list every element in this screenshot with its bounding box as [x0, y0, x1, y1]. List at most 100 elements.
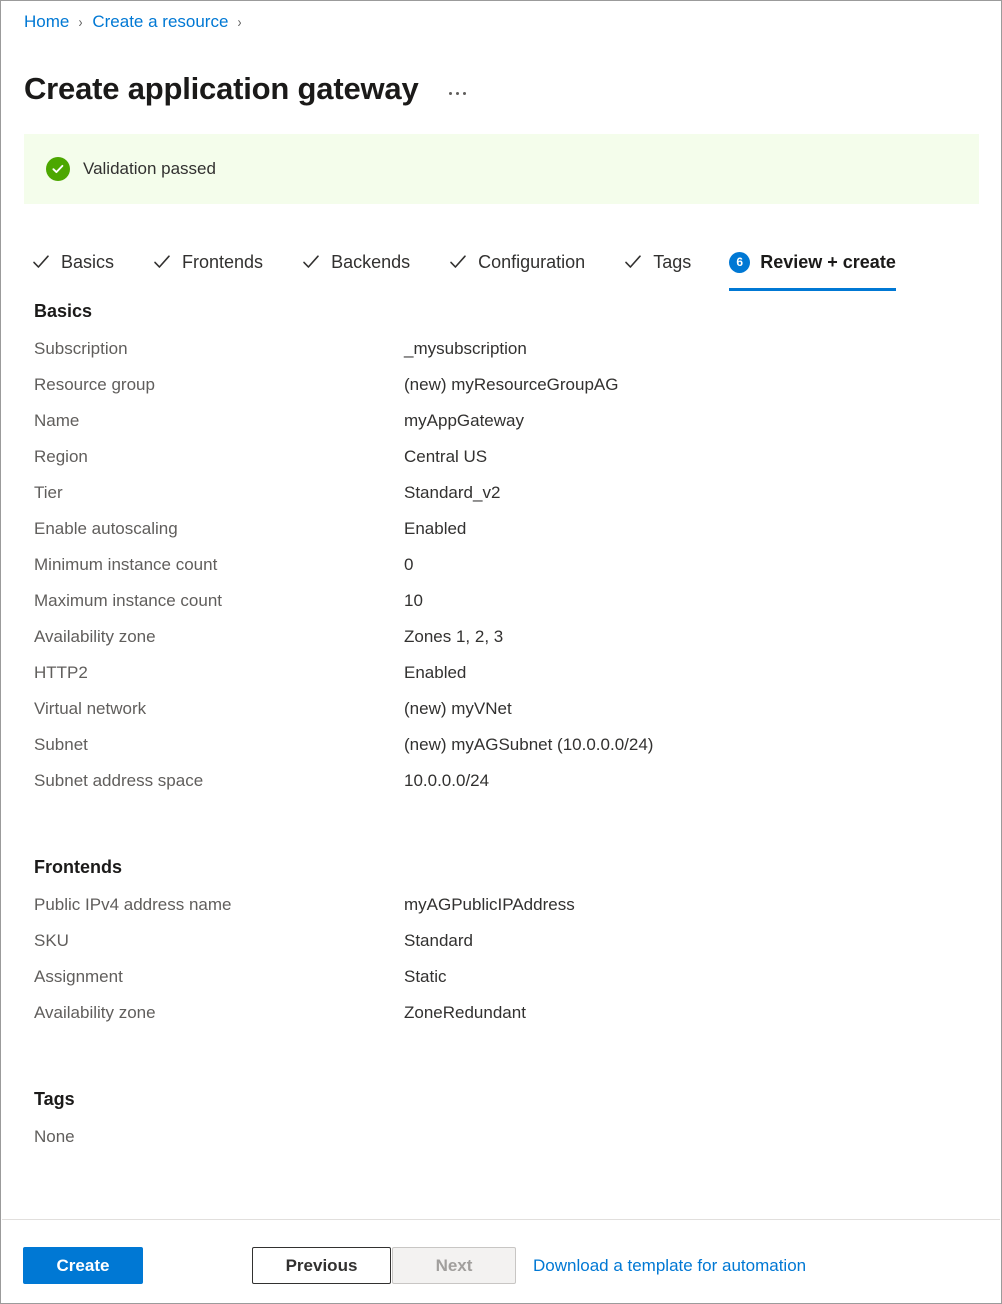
breadcrumb-separator-icon: ›	[238, 14, 242, 31]
tab-label: Frontends	[182, 252, 263, 273]
summary-row: Resource group(new) myResourceGroupAG	[1, 375, 1001, 411]
summary-row-label: SKU	[34, 931, 404, 951]
section-frontends: Frontends Public IPv4 address namemyAGPub…	[1, 857, 1001, 1039]
check-circle-icon	[46, 157, 70, 181]
summary-row: Subnet address space10.0.0.0/24	[1, 771, 1001, 807]
summary-row-label: Availability zone	[34, 627, 404, 647]
title-row: Create application gateway	[24, 48, 468, 130]
summary-row-value: Central US	[404, 447, 487, 467]
review-content: BasicsSubscription_mysubscriptionResourc…	[1, 301, 1001, 1147]
tab-check-icon	[152, 252, 172, 272]
summary-row-value: Zones 1, 2, 3	[404, 627, 503, 647]
ellipsis-dot	[463, 92, 466, 95]
summary-row: TierStandard_v2	[1, 483, 1001, 519]
summary-row: HTTP2Enabled	[1, 663, 1001, 699]
summary-row-value: myAppGateway	[404, 411, 524, 431]
summary-row: Virtual network(new) myVNet	[1, 699, 1001, 735]
summary-row-label: Assignment	[34, 967, 404, 987]
section-tags: Tags None	[1, 1089, 1001, 1147]
create-application-gateway-page: Home › Create a resource › Create applic…	[0, 0, 1002, 1304]
summary-row-label: Subnet	[34, 735, 404, 755]
tab-label: Review + create	[760, 252, 896, 273]
tab-active-underline	[729, 288, 896, 291]
more-actions-icon[interactable]	[447, 88, 468, 99]
tab-backends[interactable]: Backends	[301, 243, 410, 291]
ellipsis-dot	[449, 92, 452, 95]
tab-check-icon	[448, 252, 468, 272]
tab-review-create[interactable]: 6 Review + create	[729, 243, 896, 291]
section-empty-text: None	[1, 1127, 1001, 1147]
summary-row-value: ZoneRedundant	[404, 1003, 526, 1023]
tab-check-icon	[301, 252, 321, 272]
summary-row-value: 10.0.0.0/24	[404, 771, 489, 791]
validation-message: Validation passed	[83, 159, 216, 179]
summary-row-label: Minimum instance count	[34, 555, 404, 575]
summary-row-value: Enabled	[404, 519, 466, 539]
tab-badge-wrap: 6	[729, 252, 750, 273]
tab-configuration[interactable]: Configuration	[448, 243, 585, 291]
wizard-tabs: Basics Frontends Backends Configuration Tags…	[31, 241, 896, 291]
summary-row: AssignmentStatic	[1, 967, 1001, 1003]
summary-row-label: Region	[34, 447, 404, 467]
summary-row-label: Public IPv4 address name	[34, 895, 404, 915]
tab-check-icon	[623, 252, 643, 272]
summary-row: Availability zoneZoneRedundant	[1, 1003, 1001, 1039]
summary-row-label: Resource group	[34, 375, 404, 395]
summary-row: Public IPv4 address namemyAGPublicIPAddr…	[1, 895, 1001, 931]
tab-step-badge: 6	[729, 252, 750, 273]
tab-tags[interactable]: Tags	[623, 243, 691, 291]
tab-label: Configuration	[478, 252, 585, 273]
next-button: Next	[392, 1247, 516, 1284]
section-spacer	[1, 1039, 1001, 1089]
download-template-link[interactable]: Download a template for automation	[533, 1256, 806, 1276]
summary-row-value: _mysubscription	[404, 339, 527, 359]
summary-row: Maximum instance count10	[1, 591, 1001, 627]
summary-row: Minimum instance count0	[1, 555, 1001, 591]
footer-bar: Create Previous Next Download a template…	[2, 1219, 1000, 1303]
summary-row-value: 0	[404, 555, 413, 575]
breadcrumb-item-home[interactable]: Home	[24, 12, 69, 32]
summary-row: Availability zoneZones 1, 2, 3	[1, 627, 1001, 663]
summary-row-label: Maximum instance count	[34, 591, 404, 611]
summary-row-label: HTTP2	[34, 663, 404, 683]
previous-button[interactable]: Previous	[252, 1247, 391, 1284]
section-heading: Basics	[1, 301, 1001, 322]
summary-row-value: 10	[404, 591, 423, 611]
summary-row: NamemyAppGateway	[1, 411, 1001, 447]
summary-row-value: Standard_v2	[404, 483, 500, 503]
tab-label: Tags	[653, 252, 691, 273]
summary-row-value: (new) myAGSubnet (10.0.0.0/24)	[404, 735, 653, 755]
summary-row-value: Enabled	[404, 663, 466, 683]
breadcrumb-separator-icon: ›	[79, 14, 83, 31]
create-button[interactable]: Create	[23, 1247, 143, 1284]
section-heading: Tags	[1, 1089, 1001, 1110]
summary-row-value: (new) myResourceGroupAG	[404, 375, 618, 395]
summary-row-value: myAGPublicIPAddress	[404, 895, 575, 915]
summary-row: Enable autoscalingEnabled	[1, 519, 1001, 555]
summary-row-label: Virtual network	[34, 699, 404, 719]
summary-row: Subscription_mysubscription	[1, 339, 1001, 375]
page-body: Home › Create a resource › Create applic…	[1, 1, 1001, 1303]
summary-row-value: (new) myVNet	[404, 699, 512, 719]
footer-actions: Create Previous Next Download a template…	[23, 1247, 1000, 1284]
summary-row-value: Static	[404, 967, 447, 987]
tab-label: Basics	[61, 252, 114, 273]
summary-row-label: Tier	[34, 483, 404, 503]
summary-row-label: Subnet address space	[34, 771, 404, 791]
section-spacer	[1, 807, 1001, 857]
summary-row-value: Standard	[404, 931, 473, 951]
breadcrumb-item-create-a-resource[interactable]: Create a resource	[92, 12, 228, 32]
summary-row-label: Availability zone	[34, 1003, 404, 1023]
summary-row-label: Enable autoscaling	[34, 519, 404, 539]
summary-row-label: Subscription	[34, 339, 404, 359]
validation-banner: Validation passed	[24, 134, 979, 204]
tab-basics[interactable]: Basics	[31, 243, 114, 291]
section-heading: Frontends	[1, 857, 1001, 878]
summary-row-label: Name	[34, 411, 404, 431]
ellipsis-dot	[456, 92, 459, 95]
summary-row: SKUStandard	[1, 931, 1001, 967]
tab-frontends[interactable]: Frontends	[152, 243, 263, 291]
breadcrumb: Home › Create a resource ›	[24, 10, 251, 34]
page-title: Create application gateway	[24, 69, 419, 109]
tab-label: Backends	[331, 252, 410, 273]
